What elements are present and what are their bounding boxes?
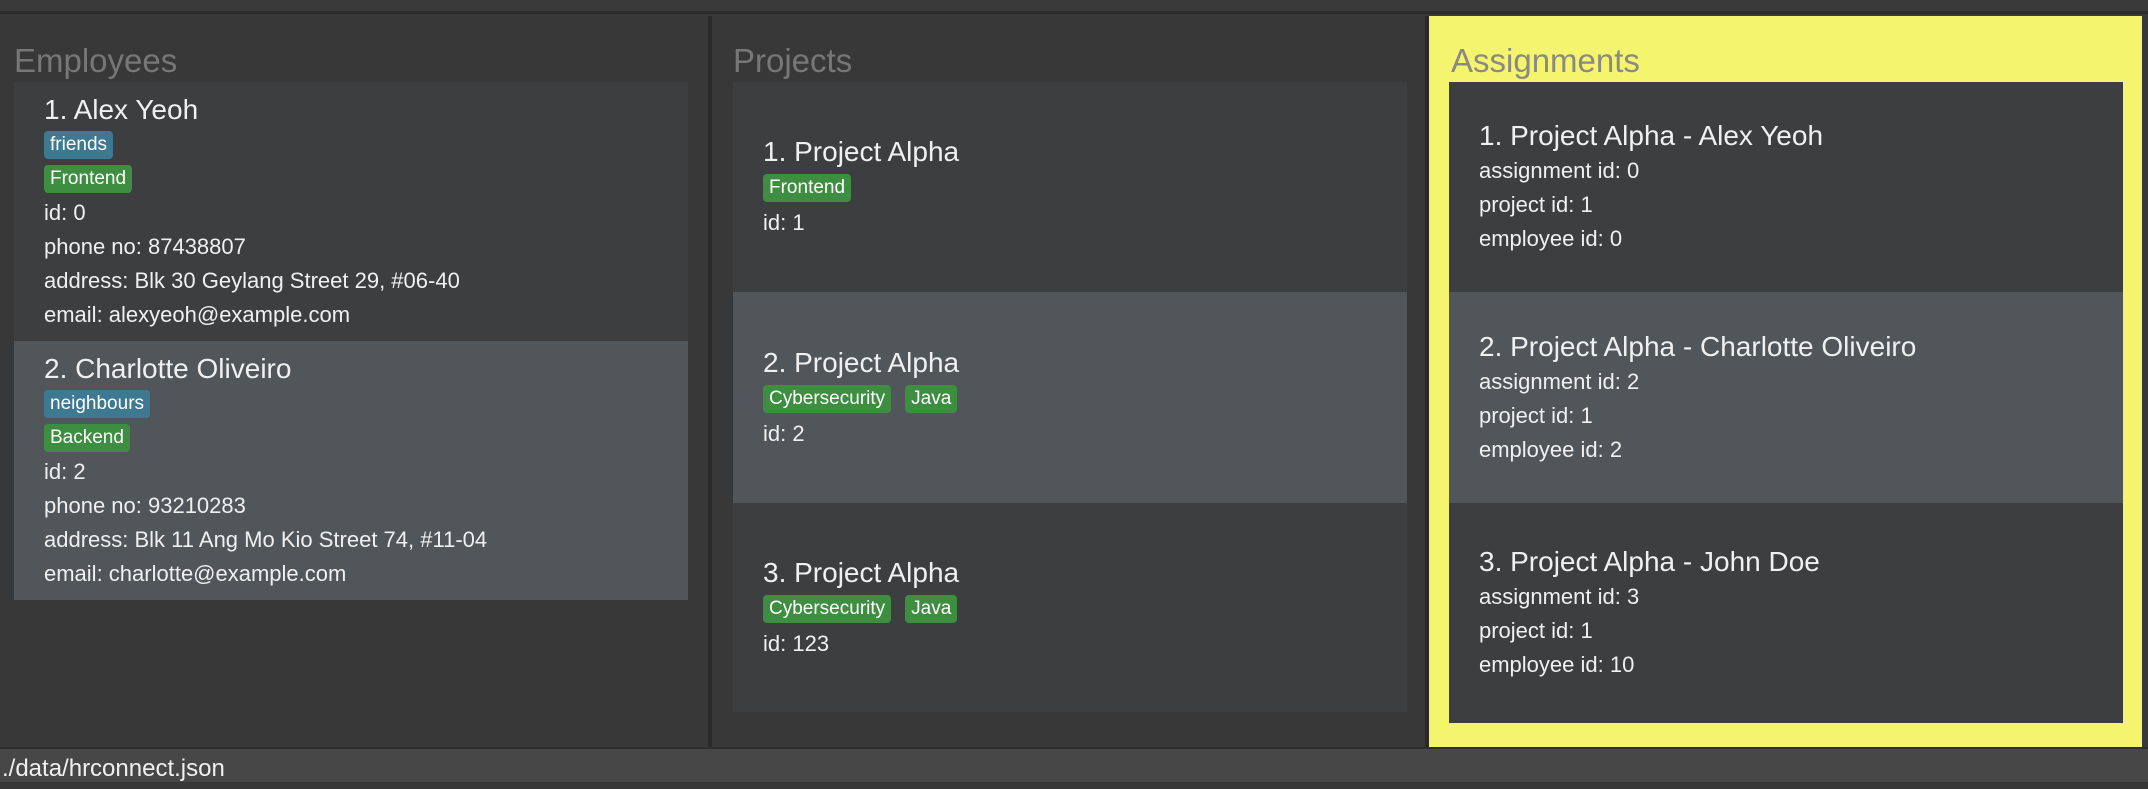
project-card[interactable]: 2. Project Alpha Cybersecurity Java id: 2 [733,292,1407,503]
status-bar: ./data/hrconnect.json [0,747,2148,782]
project-tag: Java [905,594,958,623]
employee-id: id: 0 [44,200,86,225]
project-tag: Cybersecurity [763,594,892,623]
employee-address: address: Blk 11 Ang Mo Kio Street 74, #1… [44,527,488,552]
assignment-name: 2. Project Alpha - Charlotte Oliveiro [1479,330,1917,362]
employee-tag: neighbours [44,390,151,418]
assignment-name: 3. Project Alpha - John Doe [1479,546,1820,577]
employee-card[interactable]: 2. Charlotte Oliveiro neighbours Backend… [14,341,688,600]
assignment-id: assignment id: 0 [1479,158,1640,183]
project-tag: Java [905,384,958,413]
assignment-id: assignment id: 3 [1479,584,1640,609]
command-box-area[interactable] [0,0,2148,14]
employee-card[interactable]: 1. Alex Yeoh friends Frontend id: 0 phon… [14,82,688,341]
project-tag: Frontend [763,174,852,202]
employee-name: 2. Charlotte Oliveiro [44,353,292,384]
assignment-card[interactable]: 2. Project Alpha - Charlotte Oliveiro as… [1449,292,2123,503]
employee-id: id: 2 [44,459,86,484]
employee-email: email: charlotte@example.com [44,561,347,586]
project-id: id: 123 [763,630,830,656]
assignment-card[interactable]: 3. Project Alpha - John Doe assignment i… [1449,503,2123,723]
project-name: 3. Project Alpha [763,556,960,588]
project-card[interactable]: 1. Project Alpha Frontend id: 1 [733,82,1407,292]
projects-panel: Projects 1. Project Alpha Frontend id: 1… [712,16,1426,747]
assignment-name: 1. Project Alpha - Alex Yeoh [1479,120,1824,151]
project-tag: Cybersecurity [763,384,892,413]
employee-tag: Frontend [44,165,133,193]
assignment-card[interactable]: 1. Project Alpha - Alex Yeoh assignment … [1449,82,2123,292]
assignment-project-id: project id: 1 [1479,402,1593,428]
project-name: 2. Project Alpha [763,346,960,378]
employees-panel: Employees 1. Alex Yeoh friends Frontend … [0,16,708,747]
employees-title: Employees [14,42,178,79]
employee-phone: phone no: 87438807 [44,234,246,259]
project-name: 1. Project Alpha [763,136,960,167]
project-id: id: 1 [763,210,805,235]
employee-address: address: Blk 30 Geylang Street 29, #06-4… [44,268,460,293]
assignments-title: Assignments [1451,42,1640,79]
employee-tag: friends [44,131,114,159]
employee-email: email: alexyeoh@example.com [44,302,351,327]
assignment-employee-id: employee id: 10 [1479,652,1635,677]
employee-phone: phone no: 93210283 [44,493,246,518]
assignment-employee-id: employee id: 2 [1479,436,1623,462]
project-card[interactable]: 3. Project Alpha Cybersecurity Java id: 1… [733,503,1407,712]
projects-title: Projects [733,42,853,79]
assignment-id: assignment id: 2 [1479,368,1640,394]
assignment-project-id: project id: 1 [1479,618,1593,643]
assignments-panel: Assignments 1. Project Alpha - Alex Yeoh… [1429,16,2142,747]
save-file-path: ./data/hrconnect.json [2,755,225,782]
employee-tag: Backend [44,424,130,452]
project-id: id: 2 [763,420,805,446]
employee-name: 1. Alex Yeoh [44,94,199,125]
assignment-employee-id: employee id: 0 [1479,226,1623,251]
assignment-project-id: project id: 1 [1479,192,1593,217]
